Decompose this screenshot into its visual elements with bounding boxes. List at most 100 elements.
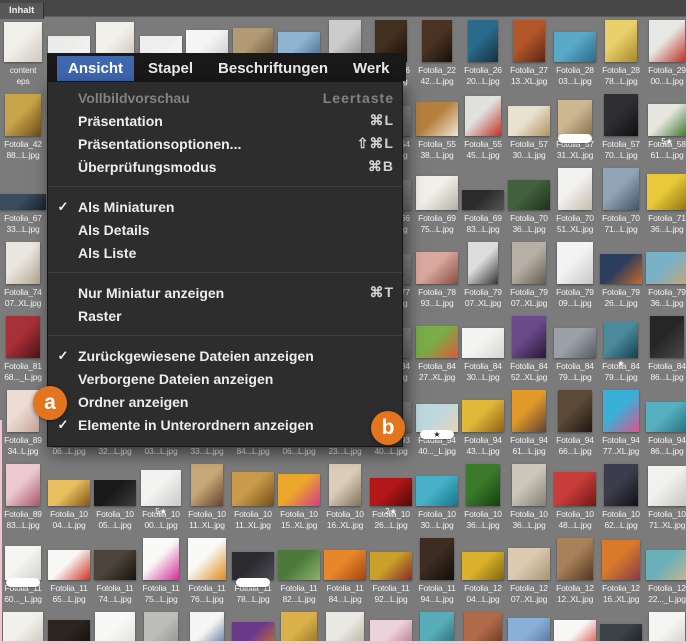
- photo-thumbnail[interactable]: [649, 20, 685, 63]
- menu-item-elemente-in-unterordnern-anzeigen[interactable]: ✓ Elemente in Unterordnern anzeigen: [48, 413, 402, 436]
- photo-thumbnail[interactable]: [462, 328, 504, 359]
- thumbnail-cell[interactable]: Fotolia_26 20...L.jpg: [460, 16, 506, 90]
- thumbnail-cell[interactable]: Fotolia_12 16..XL.jpg: [598, 534, 644, 608]
- thumbnail-cell[interactable]: Fotolia_67 33...L.jpg: [0, 164, 46, 238]
- photo-thumbnail[interactable]: [5, 546, 41, 581]
- thumbnail-cell[interactable]: Fotolia_10 11..XL.jpg: [184, 460, 230, 534]
- photo-thumbnail[interactable]: [600, 254, 642, 285]
- thumbnail-cell[interactable]: Fotolia_10 48...L.jpg: [552, 460, 598, 534]
- photo-thumbnail[interactable]: [0, 194, 46, 211]
- thumbnail-cell[interactable]: Fotolia_84 30...L.jpg: [460, 312, 506, 386]
- photo-thumbnail[interactable]: [512, 316, 546, 359]
- thumbnail-cell[interactable]: Fotolia_12 22..._L.jpg: [644, 534, 688, 608]
- thumbnail-cell[interactable]: Fotolia_29 00...L.jpg: [644, 16, 688, 90]
- photo-thumbnail[interactable]: [557, 538, 593, 581]
- photo-thumbnail[interactable]: [465, 96, 501, 137]
- thumbnail-cell[interactable]: Fotolia_11 78...L.jpg: [230, 534, 276, 608]
- photo-thumbnail[interactable]: [554, 32, 596, 63]
- thumbnail-cell[interactable]: Fotolia_22 42...L.jpg: [414, 16, 460, 90]
- thumbnail-cell[interactable]: Fotolia_11 74...L.jpg: [92, 534, 138, 608]
- menu-item-verborgene-dateien-anzeigen[interactable]: Verborgene Dateien anzeigen: [48, 367, 402, 390]
- thumbnail-cell[interactable]: Fotolia_84 86...L.jpg: [644, 312, 688, 386]
- thumbnail-cell[interactable]: Fotolia_55 38...L.jpg: [414, 90, 460, 164]
- photo-thumbnail[interactable]: [370, 478, 412, 507]
- thumbnail-cell[interactable]: 5★ Fotolia_58 61...L.jpg: [644, 90, 688, 164]
- photo-thumbnail[interactable]: [462, 552, 504, 581]
- photo-thumbnail[interactable]: [420, 538, 454, 581]
- photo-thumbnail[interactable]: [558, 390, 592, 433]
- photo-thumbnail[interactable]: [144, 612, 178, 644]
- photo-thumbnail[interactable]: [232, 552, 274, 581]
- thumbnail-cell[interactable]: [92, 608, 138, 644]
- thumbnail-cell[interactable]: Fotolia_10 30...L.jpg: [414, 460, 460, 534]
- menu-item-raster[interactable]: Raster: [48, 304, 402, 327]
- thumbnail-cell[interactable]: Fotolia_81 68..._L.jpg: [0, 312, 46, 386]
- thumbnail-cell[interactable]: [460, 608, 506, 644]
- tab-inhalt[interactable]: Inhalt: [0, 2, 45, 19]
- thumbnail-cell[interactable]: 5★ Fotolia_10 00...L.jpg: [138, 460, 184, 534]
- menu-item-zurueckgewiesene-dateien-anzeigen[interactable]: ✓ Zurückgewiesene Dateien anzeigen: [48, 344, 402, 367]
- photo-thumbnail[interactable]: [646, 402, 688, 433]
- photo-thumbnail[interactable]: [558, 168, 592, 211]
- thumbnail-cell[interactable]: Fotolia_28 78...L.jpg: [598, 16, 644, 90]
- thumbnail-cell[interactable]: Fotolia_69 83...L.jpg: [460, 164, 506, 238]
- photo-thumbnail[interactable]: [4, 22, 42, 63]
- photo-thumbnail[interactable]: [557, 242, 593, 285]
- menubar-item-ansicht[interactable]: Ansicht: [57, 56, 135, 81]
- menu-item-ueberpruefungsmodus[interactable]: Überprüfungsmodus ⌘B: [48, 155, 402, 178]
- thumbnail-cell[interactable]: Fotolia_94 86...L.jpg: [644, 386, 688, 460]
- photo-thumbnail[interactable]: [326, 612, 364, 644]
- thumbnail-cell[interactable]: Fotolia_79 36...L.jpg: [644, 238, 688, 312]
- thumbnail-cell[interactable]: [368, 608, 414, 644]
- photo-thumbnail[interactable]: [512, 390, 546, 433]
- photo-thumbnail[interactable]: [603, 390, 639, 433]
- thumbnail-cell[interactable]: Fotolia_69 75...L.jpg: [414, 164, 460, 238]
- thumbnail-cell[interactable]: Fotolia_11 84...L.jpg: [322, 534, 368, 608]
- thumbnail-cell[interactable]: Fotolia_10 11..XL.jpg: [230, 460, 276, 534]
- thumbnail-cell[interactable]: Fotolia_57 30...L.jpg: [506, 90, 552, 164]
- menu-item-vollbildvorschau[interactable]: Vollbildvorschau Leertaste: [48, 86, 402, 109]
- thumbnail-cell[interactable]: Fotolia_57 70...L.jpg: [598, 90, 644, 164]
- thumbnail-cell[interactable]: Fotolia_11 82...L.jpg: [276, 534, 322, 608]
- photo-thumbnail[interactable]: [141, 470, 181, 507]
- photo-thumbnail[interactable]: [324, 550, 366, 581]
- photo-thumbnail[interactable]: [188, 538, 226, 581]
- photo-thumbnail[interactable]: [95, 612, 135, 644]
- thumbnail-cell[interactable]: content eps: [0, 16, 46, 90]
- photo-thumbnail[interactable]: [6, 242, 40, 285]
- menu-item-praesentationsoptionen[interactable]: Präsentationsoptionen... ⇧⌘L: [48, 132, 402, 155]
- thumbnail-cell[interactable]: Fotolia_70 51..XL.jpg: [552, 164, 598, 238]
- menu-item-praesentation[interactable]: Präsentation ⌘L: [48, 109, 402, 132]
- thumbnail-cell[interactable]: ★ Fotolia_84 79...L.jpg: [598, 312, 644, 386]
- menu-item-als-liste[interactable]: Als Liste: [48, 241, 402, 264]
- thumbnail-cell[interactable]: Fotolia_57 31..XL.jpg: [552, 90, 598, 164]
- photo-thumbnail[interactable]: [464, 612, 502, 644]
- photo-thumbnail[interactable]: [602, 540, 640, 581]
- thumbnail-cell[interactable]: Fotolia_10 16..XL.jpg: [322, 460, 368, 534]
- photo-thumbnail[interactable]: [5, 94, 41, 137]
- photo-thumbnail[interactable]: [513, 20, 545, 63]
- photo-thumbnail[interactable]: [468, 242, 498, 285]
- photo-thumbnail[interactable]: [416, 326, 458, 359]
- thumbnail-cell[interactable]: Fotolia_11 65...L.jpg: [46, 534, 92, 608]
- photo-thumbnail[interactable]: [416, 476, 458, 507]
- thumbnail-cell[interactable]: Fotolia_78 93...L.jpg: [414, 238, 460, 312]
- photo-thumbnail[interactable]: [416, 102, 458, 137]
- thumbnail-cell[interactable]: Fotolia_11 60..._L.jpg: [0, 534, 46, 608]
- photo-thumbnail[interactable]: [646, 252, 688, 285]
- photo-thumbnail[interactable]: [647, 174, 687, 211]
- photo-thumbnail[interactable]: [466, 464, 500, 507]
- thumbnail-cell[interactable]: Fotolia_12 04...L.jpg: [460, 534, 506, 608]
- thumbnail-cell[interactable]: Fotolia_84 79...L.jpg: [552, 312, 598, 386]
- thumbnail-cell[interactable]: [414, 608, 460, 644]
- photo-thumbnail[interactable]: [604, 322, 638, 359]
- thumbnail-cell[interactable]: Fotolia_10 05...L.jpg: [92, 460, 138, 534]
- thumbnail-cell[interactable]: Fotolia_10 36...L.jpg: [460, 460, 506, 534]
- photo-thumbnail[interactable]: [278, 474, 320, 507]
- photo-thumbnail[interactable]: [416, 252, 458, 285]
- photo-thumbnail[interactable]: [558, 100, 592, 137]
- photo-thumbnail[interactable]: [6, 464, 40, 507]
- photo-thumbnail[interactable]: [94, 550, 136, 581]
- thumbnail-cell[interactable]: Fotolia_10 71..XL.jpg: [644, 460, 688, 534]
- photo-thumbnail[interactable]: [281, 612, 317, 644]
